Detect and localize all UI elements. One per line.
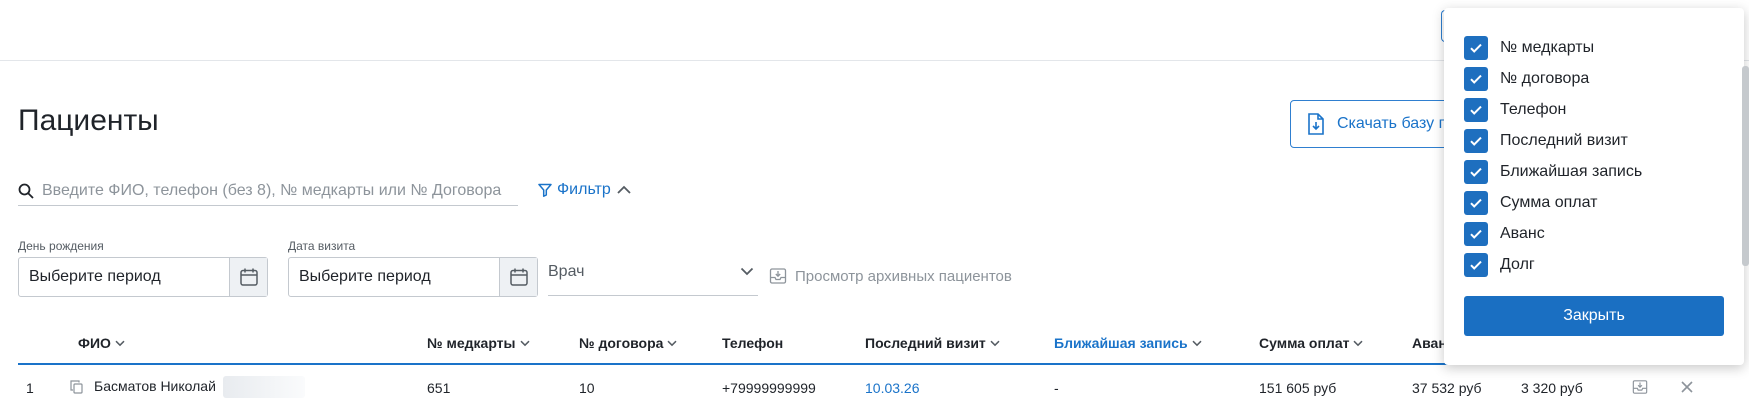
column-settings-popup: № медкарты № договора Телефон Последний … — [1444, 8, 1744, 365]
search-bar — [18, 176, 518, 206]
column-option-advance[interactable]: Аванс — [1464, 222, 1545, 246]
column-option-payments[interactable]: Сумма оплат — [1464, 191, 1598, 215]
column-header-last-visit[interactable]: Последний визит — [865, 335, 1000, 351]
column-header-label: Аван — [1412, 335, 1447, 351]
calendar-icon — [239, 268, 258, 286]
page-title: Пациенты — [18, 104, 159, 137]
column-header-next-record[interactable]: Ближайшая запись — [1054, 335, 1202, 351]
chevron-down-icon — [740, 267, 754, 276]
column-header-label: Последний визит — [865, 335, 986, 351]
patient-payments-sum: 151 605 руб — [1259, 380, 1337, 396]
table-row[interactable]: 1 Басматов Николай 651 10 +79999999999 1… — [18, 368, 1718, 406]
chevron-down-icon — [1353, 340, 1363, 346]
column-header-label: Сумма оплат — [1259, 335, 1350, 351]
column-header-label: Телефон — [722, 335, 784, 351]
column-header-label: ФИО — [78, 335, 111, 351]
visit-date-calendar-button[interactable] — [499, 258, 537, 296]
column-option-label: Долг — [1500, 256, 1535, 273]
column-option-next-record[interactable]: Ближайшая запись — [1464, 160, 1642, 184]
checkbox-checked-icon[interactable] — [1464, 253, 1488, 277]
column-option-card[interactable]: № медкарты — [1464, 36, 1594, 60]
patient-card-number: 651 — [427, 380, 451, 396]
patient-name-redacted — [223, 376, 305, 398]
doctor-select-placeholder: Врач — [548, 262, 585, 280]
close-popup-button[interactable]: Закрыть — [1464, 296, 1724, 336]
patient-contract-number: 10 — [579, 380, 595, 396]
visit-date-period-value: Выберите период — [299, 268, 431, 285]
search-icon — [18, 183, 34, 199]
download-database-button[interactable]: Скачать базу па — [1290, 100, 1470, 148]
column-header-label: Ближайшая запись — [1054, 335, 1188, 351]
column-header-phone: Телефон — [722, 335, 783, 351]
visit-date-period-field[interactable]: Выберите период — [288, 257, 538, 297]
column-header-card[interactable]: № медкарты — [427, 335, 530, 351]
column-option-label: № медкарты — [1500, 39, 1595, 56]
download-file-icon — [1308, 113, 1324, 135]
archive-patients-link[interactable]: Просмотр архивных пациентов — [769, 267, 1012, 285]
column-option-label: Аванс — [1500, 225, 1545, 242]
search-input[interactable] — [42, 181, 502, 200]
patient-advance: 37 532 руб — [1412, 380, 1482, 396]
filter-toggle[interactable]: Фильтр — [538, 181, 632, 199]
birthday-period-value: Выберите период — [29, 268, 161, 285]
checkbox-checked-icon[interactable] — [1464, 160, 1488, 184]
checkbox-checked-icon[interactable] — [1464, 98, 1488, 122]
scrollbar[interactable] — [1742, 66, 1749, 266]
column-header-name[interactable]: ФИО — [78, 335, 125, 351]
patient-phone: +79999999999 — [722, 380, 816, 396]
column-header-label: № договора — [579, 335, 664, 351]
visit-date-label: Дата визита — [288, 239, 356, 253]
column-option-label: Последний визит — [1500, 132, 1628, 149]
column-option-debt[interactable]: Долг — [1464, 253, 1535, 277]
doctor-select[interactable]: Врач — [548, 254, 758, 296]
column-option-label: № договора — [1500, 70, 1590, 87]
patient-name[interactable]: Басматов Николай — [94, 378, 216, 394]
chevron-down-icon — [519, 340, 530, 346]
archive-icon — [769, 268, 787, 284]
chevron-down-icon — [1192, 340, 1202, 346]
download-database-label: Скачать базу па — [1337, 115, 1457, 132]
chevron-down-icon — [115, 340, 125, 346]
row-index: 1 — [26, 380, 34, 396]
close-icon[interactable] — [1680, 380, 1694, 397]
column-header-advance[interactable]: Аван — [1412, 335, 1447, 351]
birthday-period-field[interactable]: Выберите период — [18, 257, 268, 297]
copy-icon[interactable] — [70, 380, 83, 397]
column-header-label: № медкарты — [427, 335, 516, 351]
chevron-down-icon — [990, 340, 1000, 346]
birthday-calendar-button[interactable] — [229, 258, 267, 296]
patients-page: Пациенты Скачать базу па Фильтр День рож… — [0, 0, 1749, 409]
column-option-label: Ближайшая запись — [1500, 163, 1643, 180]
calendar-icon — [509, 268, 528, 286]
filter-icon — [538, 183, 552, 197]
checkbox-checked-icon[interactable] — [1464, 36, 1488, 60]
patient-next-record: - — [1054, 380, 1059, 396]
checkbox-checked-icon[interactable] — [1464, 67, 1488, 91]
column-header-contract[interactable]: № договора — [579, 335, 677, 351]
checkbox-checked-icon[interactable] — [1464, 129, 1488, 153]
archive-row-icon[interactable] — [1632, 379, 1648, 398]
column-option-label: Сумма оплат — [1500, 194, 1598, 211]
column-option-label: Телефон — [1500, 101, 1567, 118]
column-header-payments[interactable]: Сумма оплат — [1259, 335, 1363, 351]
patient-debt: 3 320 руб — [1521, 380, 1583, 396]
checkbox-checked-icon[interactable] — [1464, 222, 1488, 246]
column-option-last-visit[interactable]: Последний визит — [1464, 129, 1628, 153]
column-option-contract[interactable]: № договора — [1464, 67, 1589, 91]
checkbox-checked-icon[interactable] — [1464, 191, 1488, 215]
chevron-down-icon — [667, 340, 677, 346]
chevron-up-icon — [617, 185, 631, 194]
archive-patients-label: Просмотр архивных пациентов — [795, 267, 1012, 285]
column-option-phone[interactable]: Телефон — [1464, 98, 1566, 122]
patient-last-visit-link[interactable]: 10.03.26 — [865, 380, 920, 396]
birthday-label: День рождения — [18, 239, 104, 253]
filter-label: Фильтр — [557, 181, 611, 198]
